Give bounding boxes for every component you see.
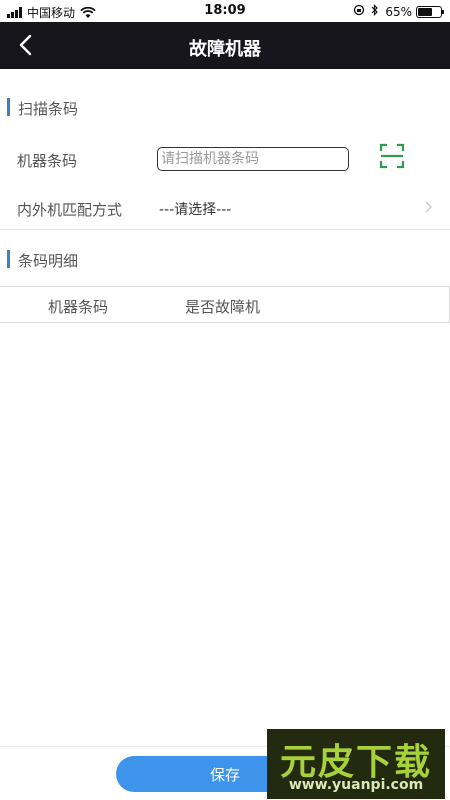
section-accent-bar [7,98,10,116]
scan-barcode-icon[interactable] [378,142,406,170]
back-button[interactable] [10,30,40,60]
column-header-is-faulty: 是否故障机 [185,298,261,316]
watermark-url: www.yuanpi.com [288,777,424,793]
battery-icon [416,5,444,18]
orientation-lock-icon [353,4,365,19]
match-mode-label: 内外机匹配方式 [17,201,123,219]
divider [0,229,450,230]
chevron-left-icon [19,34,32,56]
barcode-label: 机器条码 [17,152,78,170]
detail-table-header: 机器条码 是否故障机 [0,286,450,323]
status-right: 65% [353,4,444,19]
section-accent-bar [7,250,10,268]
scan-section-title: 扫描条码 [18,100,79,118]
column-header-barcode: 机器条码 [48,298,109,316]
detail-section-title: 条码明细 [18,252,79,270]
match-mode-select[interactable]: ---请选择--- [159,199,231,219]
watermark-logo: 元皮下载 www.yuanpi.com [267,729,445,799]
bluetooth-icon [371,4,379,19]
scan-section-header: 扫描条码 [0,92,450,122]
battery-percent: 65% [385,4,412,19]
detail-section-header: 条码明细 [0,244,450,274]
chevron-right-icon[interactable] [424,199,434,215]
barcode-input[interactable] [157,147,349,171]
status-bar: 中国移动 18:09 65% [0,0,450,22]
nav-bar: 故障机器 [0,22,450,69]
page-title: 故障机器 [189,39,261,60]
